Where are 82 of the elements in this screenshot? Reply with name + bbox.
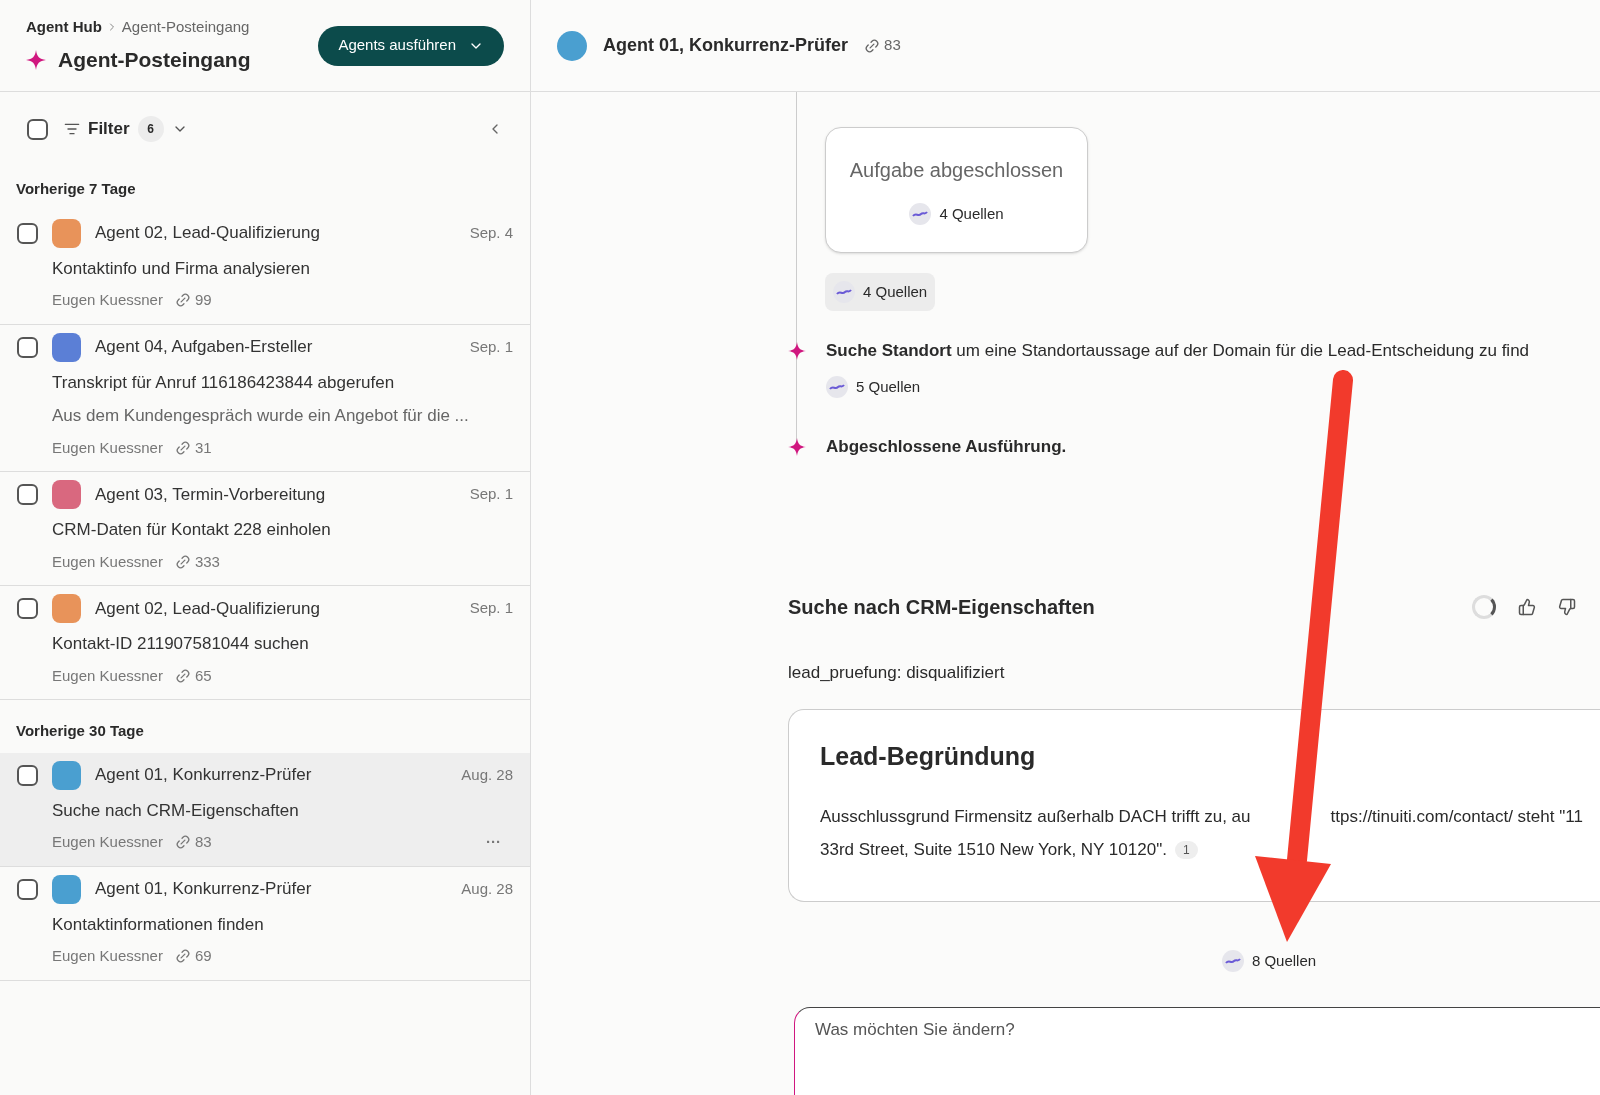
owner-name: Eugen Kuessner [52,665,163,686]
task-title: Kontaktinfo und Firma analysieren [52,257,311,280]
inbox-item[interactable]: Agent 02, Lead-Qualifizierung Sep. 1 Kontakt-ID 211907581044 suchen Eugen Kuessner 65 [0,586,530,700]
sources-icon [1221,950,1244,973]
task-title: Kontaktinformationen finden [52,913,265,936]
reason-text: 33rd Street, Suite 1510 New York, NY 10120". [820,839,1167,861]
agent-name: Agent 04, Aufgaben-Ersteller [95,336,313,359]
link-count: 83 [884,35,901,56]
item-date: Aug. 28 [461,878,513,899]
checkbox[interactable] [17,598,38,619]
reason-text: ttps://tinuiti.com/contact/ steht "11 [1330,805,1583,828]
property-value: lead_pruefung: disqualifiziert [788,661,1006,684]
group-heading: Vorherige 30 Tage [15,721,145,741]
sparkle-icon [788,437,806,456]
breadcrumb-current: Agent-Posteingang [121,16,250,37]
sources-label[interactable]: 4 Quellen [939,202,1004,226]
agent-name: Agent 01, Konkurrenz-Prüfer [95,764,312,787]
owner-name: Eugen Kuessner [52,946,163,966]
link-count: 65 [194,665,212,686]
checkbox[interactable] [17,484,38,505]
link-count: 333 [194,551,220,572]
item-date: Sep. 4 [469,222,513,243]
section-title: Suche nach CRM-Eigenschaften [788,594,1095,620]
agent-avatar [557,30,587,61]
inbox-item[interactable]: Agent 01, Konkurrenz-Prüfer Aug. 28 Kontaktinformationen finden Eugen Kuessner 69 [0,866,530,981]
agent-name: Agent 03, Termin-Vorbereitung [95,483,326,506]
thumbs-up-icon[interactable] [1518,597,1536,616]
item-date: Sep. 1 [469,484,513,505]
spinner-icon [1472,594,1496,619]
checkbox[interactable] [17,878,38,900]
agent-name: Agent 02, Lead-Qualifizierung [95,597,320,620]
checkbox[interactable] [27,118,48,140]
step-text: Suche Standort um eine Standortaussage auf der Domain für die Lead-Entscheidung zu find [826,340,1530,362]
step-text: Abgeschlossene Ausführung. [826,436,1067,458]
breadcrumb-link[interactable]: Agent Hub [26,15,102,38]
filter-icon [64,121,80,137]
citation-badge[interactable]: 1 [1174,840,1198,859]
link-count: 69 [194,946,212,966]
item-date: Sep. 1 [469,336,513,357]
filter-count-badge: 6 [137,116,164,142]
task-title: CRM-Daten für Kontakt 228 einholen [52,519,332,541]
link-count: 83 [194,832,212,852]
checkbox[interactable] [17,336,38,358]
inbox-item[interactable]: Agent 02, Lead-Qualifizierung Sep. 4 Kontaktinfo und Firma analysieren Eugen Kuessner 99 [0,210,530,325]
task-preview: Aus dem Kundengespräch wurde ein Angebot für die ... [52,405,470,427]
page-title: Agent-Posteingang [58,47,251,73]
sources-chip[interactable]: 4 Quellen [825,273,936,311]
task-title: Transkript für Anruf 116186423844 abgerufen [52,371,396,394]
sparkle-icon [26,49,46,70]
sources-label[interactable]: 8 Quellen [1251,950,1317,973]
task-title: Kontakt-ID 211907581044 suchen [52,633,310,655]
sparkle-icon [788,341,806,360]
item-date: Sep. 1 [469,598,513,619]
owner-name: Eugen Kuessner [52,551,163,572]
sources-label[interactable]: 5 Quellen [856,375,921,398]
agent-name: Agent 02, Lead-Qualifizierung [95,222,320,245]
inbox-item[interactable]: Agent 04, Aufgaben-Ersteller Sep. 1 Transkript für Anruf 116186423844 abgerufen Aus dem Kundengespräch wurde ein Angebot für die ... Eugen Kuessner 31 [0,324,530,472]
reason-text: Ausschlussgrund Firmensitz außerhalb DACH trifft zu, au [820,805,1251,828]
sources-icon [909,203,932,225]
owner-name: Eugen Kuessner [52,437,163,458]
result-title: Aufgabe abgeschlossen [849,157,1064,183]
checkbox[interactable] [17,764,38,786]
reason-title: Lead-Begründung [820,741,1037,772]
link-count: 99 [194,290,212,310]
link-count: 31 [194,437,212,458]
task-title: Suche nach CRM-Eigenschaften [52,799,300,822]
sources-icon [826,375,848,398]
filter-label[interactable]: Filter [88,116,130,142]
more-menu[interactable]: ··· [486,831,501,854]
sources-icon [833,281,855,303]
group-heading: Vorherige 7 Tage [15,179,137,199]
owner-name: Eugen Kuessner [52,832,163,852]
agent-name: Agent 01, Konkurrenz-Prüfer [95,878,312,901]
message-input[interactable]: Was möchten Sie ändern? [794,1006,1600,1095]
agent-title: Agent 01, Konkurrenz-Prüfer [603,34,849,57]
run-agents-button[interactable]: Agents ausführen [318,25,504,66]
item-date: Aug. 28 [461,764,513,785]
checkbox[interactable] [17,222,38,244]
thumbs-down-icon[interactable] [1558,597,1576,616]
inbox-item[interactable]: Agent 03, Termin-Vorbereitung Sep. 1 CRM-Daten für Kontakt 228 einholen Eugen Kuessner 333 [0,472,530,586]
inbox-item[interactable]: Agent 01, Konkurrenz-Prüfer Aug. 28 Suche nach CRM-Eigenschaften Eugen Kuessner 83 ··· [0,752,530,867]
owner-name: Eugen Kuessner [52,290,163,310]
